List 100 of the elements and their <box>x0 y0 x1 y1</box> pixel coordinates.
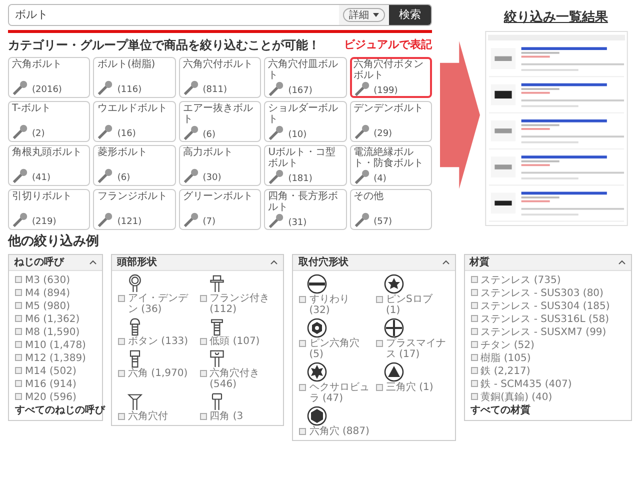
filter-option[interactable]: M4 (894) <box>25 288 70 299</box>
category-tile[interactable]: 菱形ボルト (6) <box>93 145 176 186</box>
category-tile[interactable]: Uボルト・コ型ボルト (181) <box>264 145 347 186</box>
checkbox[interactable] <box>470 367 478 374</box>
checkbox[interactable] <box>200 370 207 377</box>
checkbox[interactable] <box>470 315 478 322</box>
filter-option[interactable]: ステンレス (735) <box>480 275 561 286</box>
filter-option[interactable]: M8 (1,590) <box>25 327 80 338</box>
checkbox[interactable] <box>299 296 306 303</box>
checkbox[interactable] <box>15 302 22 309</box>
category-tile[interactable]: ショルダーボルト (10) <box>264 101 347 142</box>
category-tile[interactable]: 引切りボルト (219) <box>8 189 90 230</box>
category-tile[interactable]: 四角・長方形ボルト (31) <box>264 189 347 230</box>
category-tile[interactable]: 六角穴付ボタンボルト (199) <box>350 57 432 98</box>
checkbox[interactable] <box>15 393 22 400</box>
category-tile[interactable]: フランジボルト (121) <box>93 189 176 230</box>
filter-option[interactable]: 黄銅(真鍮) (40) <box>480 392 552 403</box>
checkbox[interactable] <box>470 354 478 361</box>
filter-option[interactable]: ヘクサロビュラ (47) <box>309 382 372 404</box>
checkbox[interactable] <box>15 380 22 387</box>
filter-option[interactable]: すりわり (32) <box>309 294 372 316</box>
category-tile[interactable]: 高力ボルト (30) <box>178 145 262 186</box>
filter-option[interactable]: M3 (630) <box>25 275 70 286</box>
detail-dropdown[interactable]: 詳細 <box>343 8 385 22</box>
filter-option[interactable]: アイ・デンデン (36) <box>128 293 196 315</box>
show-all-link[interactable]: すべてのねじの呼び <box>15 405 105 416</box>
show-all-link[interactable]: すべての材質 <box>470 405 531 416</box>
category-tile[interactable]: エアー抜きボルト (6) <box>178 101 262 142</box>
checkbox[interactable] <box>15 276 22 283</box>
filter-option[interactable]: 低頭 (107) <box>210 336 260 347</box>
category-tile[interactable]: 六角穴付ボルト (811) <box>178 57 262 98</box>
filter-option[interactable]: 六角穴 (887) <box>309 426 370 437</box>
checkbox[interactable] <box>376 340 383 347</box>
filter-option[interactable]: M6 (1,362) <box>25 314 80 325</box>
checkbox[interactable] <box>470 302 478 309</box>
category-tile[interactable]: T-ボルト (2) <box>8 101 90 142</box>
checkbox[interactable] <box>15 328 22 335</box>
category-tile[interactable]: 角根丸頭ボルト (41) <box>8 145 90 186</box>
checkbox[interactable] <box>118 413 125 420</box>
category-tile[interactable]: ボルト(樹脂) (116) <box>93 57 176 98</box>
checkbox[interactable] <box>15 315 22 322</box>
checkbox[interactable] <box>15 354 22 361</box>
filter-option[interactable]: 六角穴付き (546) <box>210 368 278 390</box>
checkbox[interactable] <box>15 289 22 296</box>
checkbox[interactable] <box>470 289 478 296</box>
filter-option[interactable]: M16 (914) <box>25 379 76 390</box>
filter-option[interactable]: ステンレス - SUS303 (80) <box>480 288 604 299</box>
category-tile[interactable]: グリーンボルト (7) <box>178 189 262 230</box>
category-tile[interactable]: 六角ボルト (2016) <box>8 57 90 98</box>
checkbox[interactable] <box>200 295 207 302</box>
checkbox[interactable] <box>15 341 22 348</box>
filter-option[interactable]: M12 (1,389) <box>25 353 86 364</box>
filter-option[interactable]: 樹脂 (105) <box>480 353 531 364</box>
checkbox[interactable] <box>118 370 125 377</box>
filter-option[interactable]: 鉄 - SCM435 (407) <box>480 379 572 390</box>
filter-option[interactable]: M20 (596) <box>25 392 76 403</box>
filter-option[interactable]: フランジ付き (112) <box>210 293 278 315</box>
category-tile[interactable]: その他 (57) <box>350 189 432 230</box>
filter-option[interactable]: 鉄 (2,217) <box>480 366 530 377</box>
category-tile[interactable]: 六角穴付皿ボルト (167) <box>264 57 347 98</box>
filter-option[interactable]: プラスマイナス (17) <box>386 338 449 360</box>
filter-option[interactable]: M5 (980) <box>25 301 70 312</box>
checkbox[interactable] <box>470 328 478 335</box>
checkbox[interactable] <box>470 341 478 348</box>
filter-option[interactable]: 三角穴 (1) <box>386 382 434 393</box>
category-tile[interactable]: ウエルドボルト (16) <box>93 101 176 142</box>
checkbox[interactable] <box>200 413 207 420</box>
chevron-icon[interactable] <box>618 259 626 266</box>
filter-option[interactable]: 六角 (1,970) <box>128 368 188 379</box>
category-tile[interactable]: デンデンボルト (29) <box>350 101 432 142</box>
filter-option[interactable]: 六角穴付 <box>128 411 168 422</box>
filter-option[interactable]: チタン (52) <box>480 340 534 351</box>
category-name: エアー抜きボルト <box>182 103 254 125</box>
filter-option[interactable]: M14 (502) <box>25 366 76 377</box>
chevron-icon[interactable] <box>270 259 278 266</box>
category-tile[interactable]: 電流絶縁ボルト・防食ボルト (4) <box>350 145 432 186</box>
checkbox[interactable] <box>376 296 383 303</box>
checkbox[interactable] <box>299 340 306 347</box>
filter-option[interactable]: 四角 (3 <box>210 411 244 422</box>
filter-option[interactable]: ボタン (133) <box>128 336 188 347</box>
checkbox[interactable] <box>299 384 306 391</box>
chevron-icon[interactable] <box>89 259 97 266</box>
search-button[interactable]: 検索 <box>389 5 431 25</box>
checkbox[interactable] <box>200 338 207 345</box>
search-field[interactable]: ボルト <box>9 5 339 25</box>
filter-option[interactable]: M10 (1,478) <box>25 340 86 351</box>
filter-option[interactable]: ピン六角穴 (5) <box>309 338 372 360</box>
checkbox[interactable] <box>299 428 306 435</box>
checkbox[interactable] <box>118 338 125 345</box>
checkbox[interactable] <box>15 367 22 374</box>
filter-option[interactable]: ステンレス - SUS316L (58) <box>480 314 610 325</box>
checkbox[interactable] <box>470 393 478 400</box>
checkbox[interactable] <box>470 276 478 283</box>
filter-option[interactable]: ステンレス - SUSXM7 (99) <box>480 327 606 338</box>
checkbox[interactable] <box>470 380 478 387</box>
filter-option[interactable]: ピンSロブ (1) <box>386 294 449 316</box>
checkbox[interactable] <box>118 295 125 302</box>
chevron-icon[interactable] <box>442 259 450 266</box>
checkbox[interactable] <box>376 384 383 391</box>
filter-option[interactable]: ステンレス - SUS304 (185) <box>480 301 610 312</box>
